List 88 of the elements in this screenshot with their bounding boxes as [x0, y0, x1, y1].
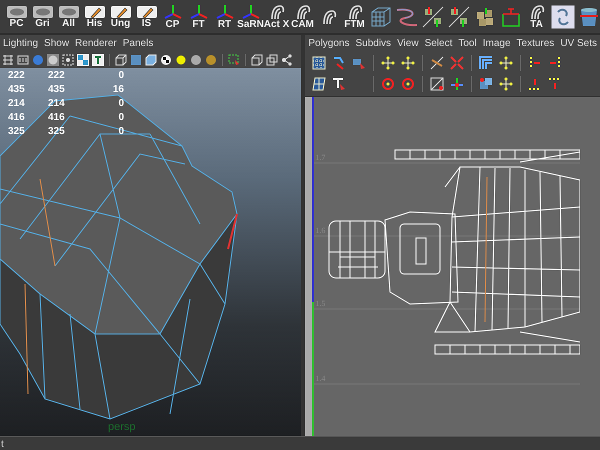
shelf-button[interactable]: Ung — [108, 0, 133, 32]
layout-icon[interactable] — [478, 55, 494, 71]
shelf-button[interactable]: FT — [186, 0, 211, 32]
menu-item[interactable]: UV Sets — [557, 38, 600, 49]
menu-item[interactable]: Panels — [120, 38, 156, 49]
cut-edge-icon[interactable] — [429, 55, 446, 71]
eye-icon — [6, 4, 28, 18]
axis-arrows-icon[interactable] — [449, 76, 466, 92]
axes-icon — [214, 4, 236, 20]
cage-icon — [370, 6, 392, 28]
sphere-icon[interactable] — [190, 54, 202, 66]
dots-icon[interactable] — [380, 55, 396, 71]
pivot-icon — [446, 6, 470, 28]
shelf-button[interactable]: IS — [134, 0, 159, 32]
status-text: t — [1, 438, 4, 450]
diagonal-square-icon[interactable] — [429, 76, 446, 92]
pencil-icon — [136, 4, 158, 18]
axes-icon — [188, 4, 210, 20]
grid-icon[interactable] — [2, 54, 14, 66]
shelf-button[interactable]: SaRN — [238, 0, 263, 32]
axes-icon — [162, 4, 184, 20]
menu-item[interactable]: Renderer — [72, 38, 120, 49]
poly-count-text: 416 — [8, 112, 26, 123]
shelf-button[interactable]: His — [82, 0, 107, 32]
camera-label: persp — [108, 421, 136, 433]
menu-item[interactable]: View — [394, 38, 422, 49]
poly-count-text: 222 — [48, 70, 66, 81]
shelf-button[interactable]: Gri — [30, 0, 55, 32]
checkered-ball-icon[interactable] — [160, 54, 172, 66]
shelf-button[interactable]: FTM — [342, 0, 367, 32]
script-icon — [294, 4, 310, 20]
shelf-button[interactable]: All — [56, 0, 81, 32]
pencil-icon — [84, 4, 106, 18]
menu-item[interactable]: Subdivs — [352, 38, 394, 49]
shelf-button[interactable]: TA — [524, 0, 549, 32]
poly-count-text: 0 — [117, 98, 124, 109]
shaded-cube-icon[interactable] — [145, 54, 157, 66]
nodes-icon[interactable] — [281, 54, 293, 66]
script-icon — [268, 4, 284, 20]
menu-item[interactable]: Select — [422, 38, 456, 49]
menu-item[interactable]: Textures — [514, 38, 558, 49]
script-icon — [528, 4, 544, 20]
shelf-button[interactable]: Act X — [264, 0, 289, 32]
shelf-button[interactable]: CAM — [290, 0, 315, 32]
script-icon — [320, 8, 336, 24]
pivot-icon — [420, 6, 444, 28]
squares-icon[interactable] — [266, 54, 278, 66]
film-icon[interactable] — [17, 54, 29, 66]
dots-icon[interactable] — [400, 55, 416, 71]
dotted-square-icon[interactable] — [62, 54, 74, 66]
shelf-button[interactable]: CP — [160, 0, 185, 32]
menu-item[interactable]: Polygons — [305, 38, 352, 49]
poly-count-text: 222 — [8, 70, 26, 81]
script-icon — [346, 4, 362, 20]
uv-grid-icon[interactable] — [311, 55, 328, 71]
menu-item[interactable]: Lighting — [0, 38, 42, 49]
poly-count-text: 214 — [8, 98, 26, 109]
poly-count-text: 435 — [48, 84, 66, 95]
axes-icon — [240, 4, 262, 20]
warped-grid-icon[interactable] — [311, 76, 328, 92]
swirl-icon — [550, 4, 574, 28]
poly-count-text: 416 — [48, 112, 66, 123]
poly-count-text: 0 — [117, 70, 124, 81]
dots-icon[interactable] — [498, 55, 514, 71]
select-region-icon[interactable] — [228, 54, 240, 66]
menu-item[interactable]: Tool — [455, 38, 480, 49]
bracket-icon — [500, 6, 522, 28]
overlapping-shapes-icon[interactable] — [478, 76, 494, 92]
poly-count-text: 0 — [117, 112, 124, 123]
pointer-icon[interactable] — [331, 76, 348, 92]
sphere-icon[interactable] — [205, 54, 217, 66]
shelf-button[interactable]: PC — [4, 0, 29, 32]
cube-icon[interactable] — [251, 54, 263, 66]
checker-icon[interactable] — [77, 54, 89, 66]
poly-count-text: 16 — [112, 84, 124, 95]
eye-icon — [32, 4, 54, 18]
menu-item[interactable]: Show — [41, 38, 72, 49]
poly-count-text: 325 — [8, 126, 26, 137]
eye-icon — [58, 4, 80, 18]
bucket-icon — [578, 6, 600, 28]
wireframe-cube-icon[interactable] — [115, 54, 127, 66]
menu-item[interactable]: Image — [480, 38, 514, 49]
shelf-button[interactable]: RT — [212, 0, 237, 32]
pencil-icon — [110, 4, 132, 18]
dots-icon[interactable] — [498, 76, 514, 92]
text-tool-icon[interactable] — [92, 54, 104, 66]
poly-count-text: 435 — [8, 84, 26, 95]
curve-icon — [394, 6, 418, 28]
